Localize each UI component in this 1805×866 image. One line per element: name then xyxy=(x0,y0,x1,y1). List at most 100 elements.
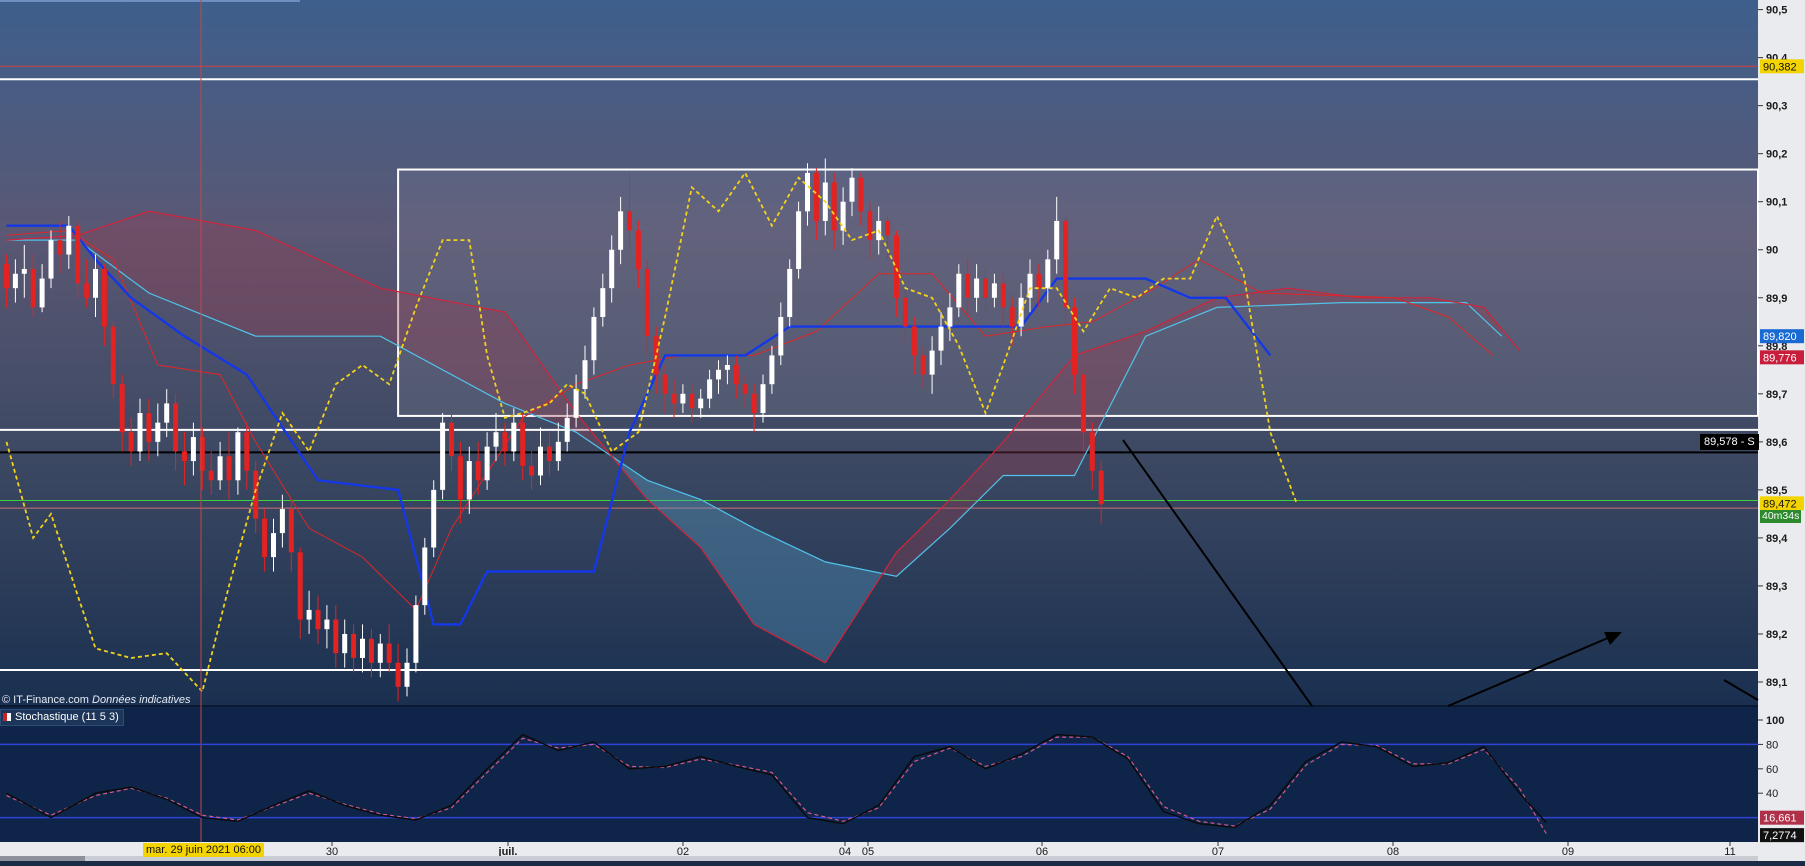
price-axis-background xyxy=(1758,0,1805,861)
candle-body xyxy=(805,173,810,211)
candle-body xyxy=(485,447,490,481)
candle-body xyxy=(983,279,988,298)
candle-body xyxy=(947,307,952,326)
candle-body xyxy=(307,610,312,620)
candle-body xyxy=(1010,307,1015,326)
candle-body xyxy=(743,384,748,394)
candle-89[interactable] xyxy=(796,202,801,279)
candle-body xyxy=(13,274,18,288)
candle-body xyxy=(191,437,196,461)
candle-body xyxy=(57,240,62,254)
candle-46[interactable] xyxy=(413,596,418,673)
crosshair-date-label: mar. 29 juin 2021 06:00 xyxy=(143,843,264,857)
candle-body xyxy=(1045,259,1050,288)
candle-49[interactable] xyxy=(440,413,445,499)
candle-body xyxy=(761,384,766,413)
candle-body xyxy=(974,279,979,298)
price-tick-label: 90,2 xyxy=(1766,149,1787,161)
price-tick-label: 90 xyxy=(1766,245,1778,257)
candle-body xyxy=(725,365,730,370)
candle-body xyxy=(645,269,650,336)
candle-body xyxy=(129,432,134,451)
candle-body xyxy=(574,389,579,418)
candle-body xyxy=(22,269,27,274)
candle-body xyxy=(387,644,392,663)
candle-body xyxy=(120,384,125,432)
price-tick-label: 89,6 xyxy=(1766,437,1787,449)
candle-body xyxy=(618,211,623,249)
candle-body xyxy=(663,375,668,394)
candle-body xyxy=(93,269,98,298)
stochastic-label-text: Stochastique (11 5 3) xyxy=(15,711,119,723)
tenkan-value-badge: 89,820 xyxy=(1763,331,1797,343)
stochastic-tick-label: 100 xyxy=(1766,715,1784,727)
candle-body xyxy=(422,548,427,606)
candle-body xyxy=(1001,283,1006,307)
candle-body xyxy=(680,394,685,404)
stochastic-tick-label: 80 xyxy=(1766,739,1778,751)
stochastic-pane-background xyxy=(0,706,1758,842)
chart-canvas[interactable]: 90,590,490,390,290,19089,989,889,789,689… xyxy=(0,0,1805,861)
candle-body xyxy=(921,355,926,374)
candle-body xyxy=(965,274,970,298)
candle-body xyxy=(49,240,54,278)
candle-body xyxy=(396,663,401,687)
candle-body xyxy=(538,447,543,476)
price-tick-label: 89,7 xyxy=(1766,389,1787,401)
candle-body xyxy=(787,269,792,317)
kijun-value-badge: 89,776 xyxy=(1763,352,1797,364)
candle-body xyxy=(867,211,872,240)
candle-body xyxy=(4,264,9,288)
candle-body xyxy=(850,178,855,202)
candle-body xyxy=(40,279,45,308)
candle-body xyxy=(84,283,89,297)
candle-body xyxy=(903,298,908,327)
candle-body xyxy=(378,644,383,663)
candle-body xyxy=(752,394,757,413)
candle-body xyxy=(930,351,935,375)
candle-body xyxy=(511,423,516,452)
candle-48[interactable] xyxy=(431,480,436,557)
candle-body xyxy=(583,360,588,389)
price-tick-label: 89,2 xyxy=(1766,629,1787,641)
candle-body xyxy=(885,221,890,235)
candle-body xyxy=(449,423,454,457)
candle-body xyxy=(1081,375,1086,433)
candle-body xyxy=(796,211,801,269)
scrollbar-thumb[interactable] xyxy=(0,856,85,861)
stochastic-k-badge: 16,661 xyxy=(1763,813,1797,825)
candle-body xyxy=(1019,298,1024,327)
candle-body xyxy=(627,211,632,230)
candle-body xyxy=(262,519,267,557)
price-tick-label: 90,5 xyxy=(1766,5,1787,17)
candle-body xyxy=(778,317,783,355)
candle-body xyxy=(227,456,232,480)
price-tick-label: 90,1 xyxy=(1766,197,1787,209)
candle-body xyxy=(351,634,356,658)
candle-body xyxy=(209,471,214,481)
candle-47[interactable] xyxy=(422,538,427,615)
candle-body xyxy=(75,226,80,284)
stochastic-d-badge: 7,2774 xyxy=(1763,830,1797,842)
candle-body xyxy=(476,461,481,480)
candle-body xyxy=(529,466,534,476)
candle-body xyxy=(280,509,285,533)
candle-body xyxy=(494,432,499,446)
trading-chart[interactable]: 90,590,490,390,290,19089,989,889,789,689… xyxy=(0,0,1805,861)
candle-body xyxy=(146,413,151,442)
stochastic-tick-label: 40 xyxy=(1766,788,1778,800)
candle-body xyxy=(431,490,436,548)
candle-body xyxy=(992,283,997,297)
candle-body xyxy=(716,370,721,380)
support-level-label[interactable]: 89,578 - S xyxy=(1700,434,1759,450)
candle-body xyxy=(672,394,677,404)
candle-body xyxy=(164,403,169,422)
price-tick-label: 89,9 xyxy=(1766,293,1787,305)
candle-88[interactable] xyxy=(787,259,792,326)
candle-body xyxy=(316,610,321,629)
candle-body xyxy=(1099,471,1104,505)
stochastic-indicator-label[interactable]: Stochastique (11 5 3) xyxy=(0,709,124,726)
candle-body xyxy=(324,620,329,630)
copyright-brand: © IT-Finance.com xyxy=(2,694,89,706)
candle-body xyxy=(405,663,410,687)
